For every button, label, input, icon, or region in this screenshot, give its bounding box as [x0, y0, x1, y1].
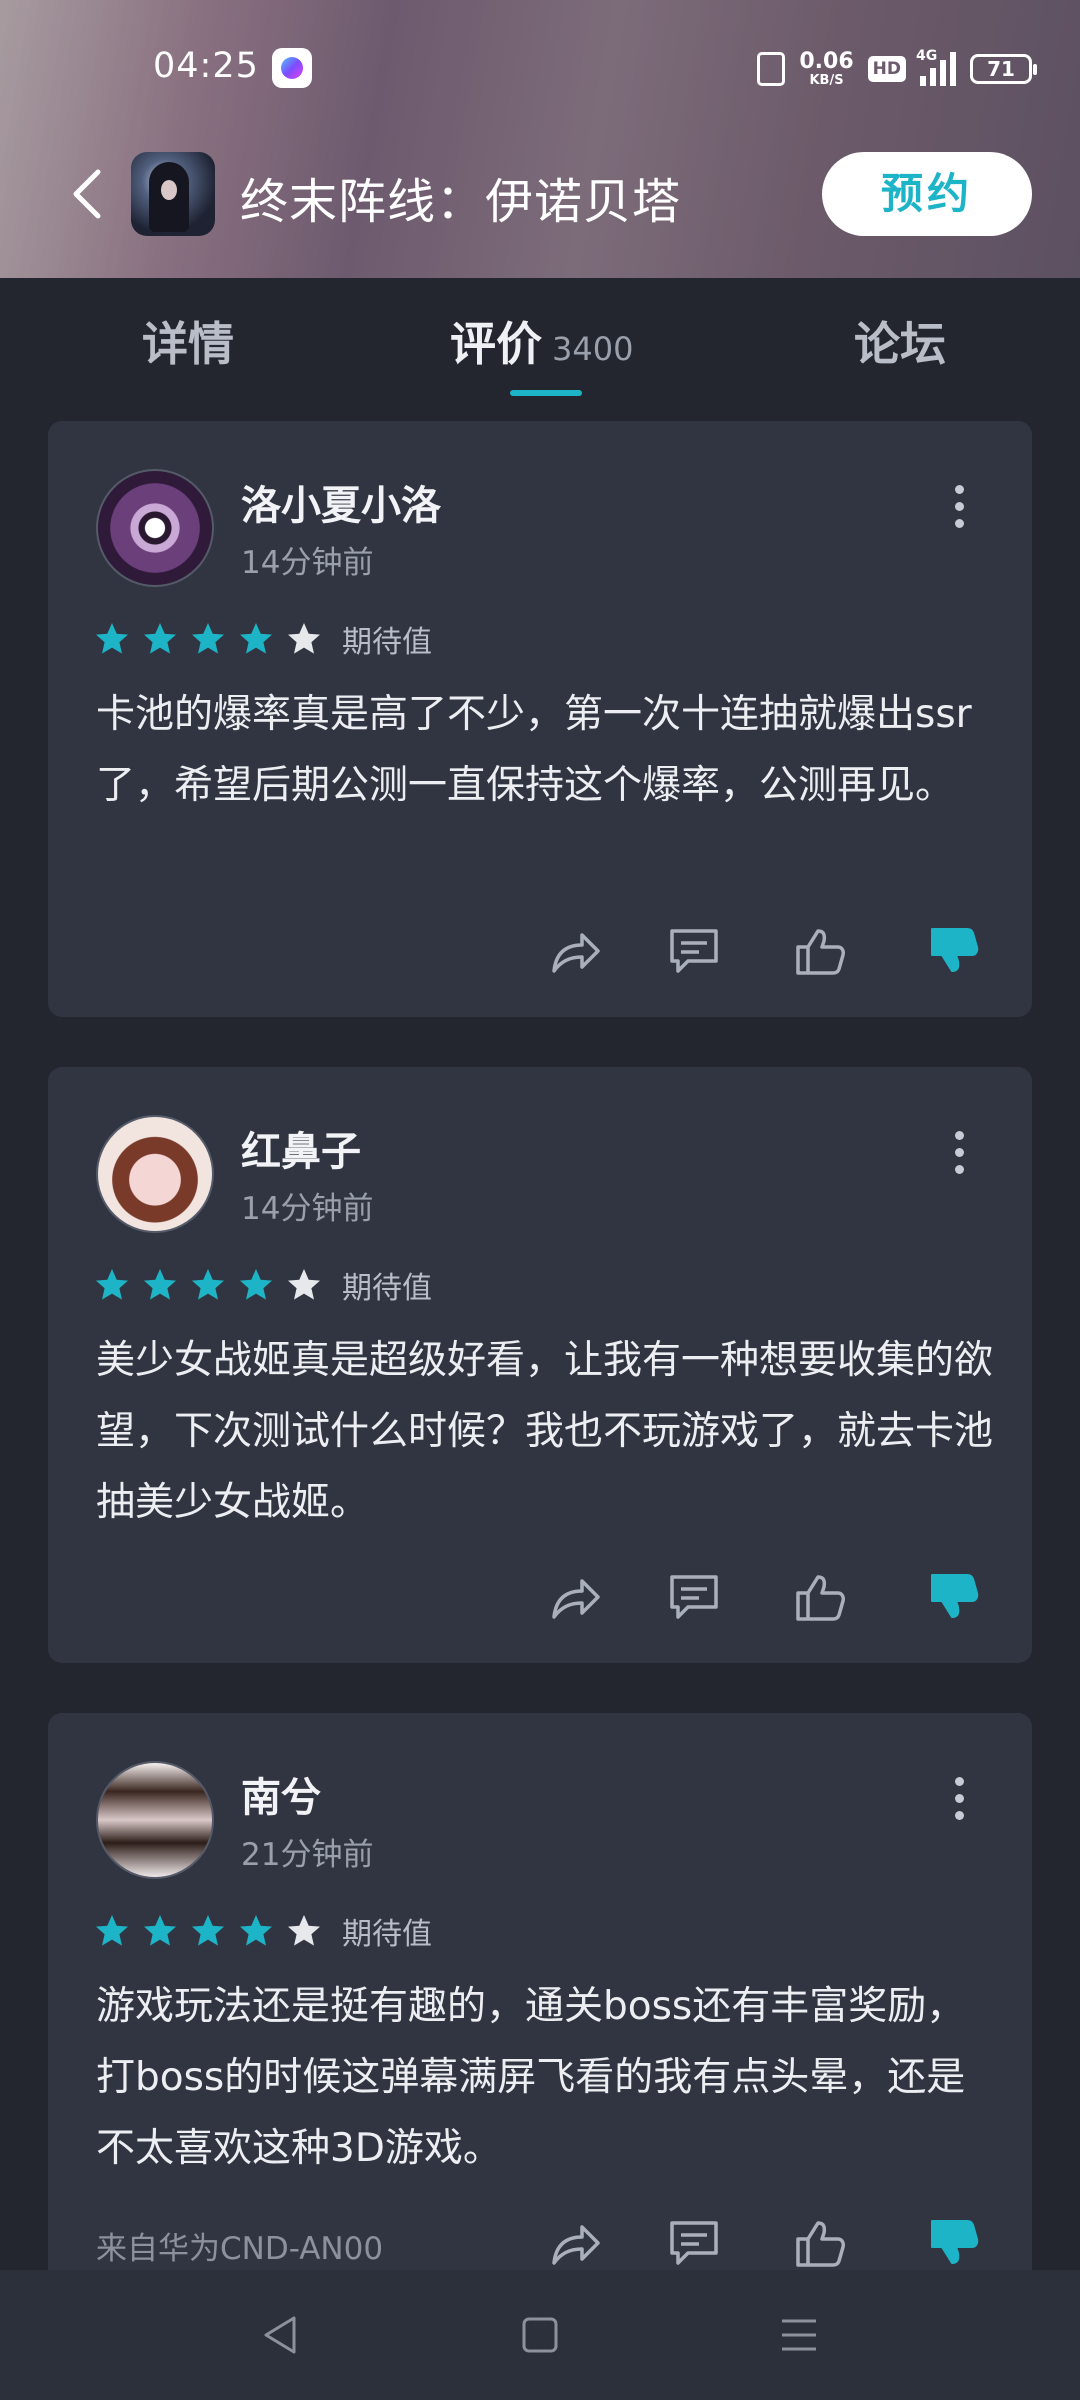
device-source: 来自华为CND-AN00: [96, 2231, 384, 2267]
reviewer-name[interactable]: 洛小夏小洛: [241, 473, 441, 531]
notification-app-icon: [272, 48, 312, 88]
system-nav-bar: [0, 2270, 1080, 2400]
review-count: 3400: [552, 330, 634, 368]
star-filled-icon: [96, 623, 128, 654]
game-icon: [131, 152, 215, 236]
share-icon[interactable]: [546, 2215, 602, 2271]
review-time: 14分钟前: [241, 545, 374, 581]
thumb-down-icon[interactable]: [926, 1569, 982, 1625]
star-filled-icon: [192, 623, 224, 654]
review-time: 21分钟前: [241, 1837, 374, 1873]
star-filled-icon: [96, 1915, 128, 1946]
more-options-icon[interactable]: [955, 1131, 965, 1175]
review-actions: 来自华为CND-AN00: [48, 2215, 1032, 2275]
star-empty-icon: [288, 1915, 320, 1946]
tab-forum-label: 论坛: [854, 317, 946, 371]
thumb-up-icon[interactable]: [792, 2215, 848, 2271]
tab-bar: 详情 评价 3400 论坛: [0, 278, 1080, 400]
tab-details-label: 详情: [142, 317, 234, 371]
share-icon[interactable]: [546, 1569, 602, 1625]
review-text[interactable]: 美少女战姬真是超级好看，让我有一种想要收集的欲望，下次测试什么时候？我也不玩游戏…: [96, 1325, 996, 1538]
rating-label: 期待值: [342, 1271, 432, 1306]
star-filled-icon: [192, 1269, 224, 1300]
rating-label: 期待值: [342, 1917, 432, 1952]
more-options-icon[interactable]: [955, 485, 965, 529]
tab-reviews[interactable]: 评价 3400: [450, 308, 633, 374]
thumb-down-icon[interactable]: [926, 923, 982, 979]
star-filled-icon: [96, 1269, 128, 1300]
avatar[interactable]: [96, 1761, 214, 1879]
review-card[interactable]: 洛小夏小洛 14分钟前 期待值 卡池的爆率真是高了不少，第一次十连抽就爆出ssr…: [48, 421, 1032, 1017]
status-time: 04:25: [153, 46, 259, 86]
review-text[interactable]: 卡池的爆率真是高了不少，第一次十连抽就爆出ssr了，希望后期公测一直保持这个爆率…: [96, 679, 996, 821]
star-filled-icon: [240, 1269, 272, 1300]
star-filled-icon: [144, 1915, 176, 1946]
hd-badge: HD: [867, 56, 906, 82]
star-filled-icon: [240, 1915, 272, 1946]
active-tab-indicator: [510, 390, 582, 396]
nav-home-icon[interactable]: [517, 2312, 563, 2358]
review-time: 14分钟前: [241, 1191, 374, 1227]
tab-forum[interactable]: 论坛: [854, 308, 946, 374]
avatar[interactable]: [96, 1115, 214, 1233]
review-text[interactable]: 游戏玩法还是挺有趣的，通关boss还有丰富奖励，打boss的时候这弹幕满屏飞看的…: [96, 1971, 996, 2184]
star-filled-icon: [144, 1269, 176, 1300]
tab-details[interactable]: 详情: [142, 308, 234, 374]
share-icon[interactable]: [546, 923, 602, 979]
nav-menu-icon[interactable]: [776, 2312, 822, 2358]
app-header: 04:25 0.06 KB/S HD 4G 71 终末阵线：伊诺贝塔 预约: [0, 0, 1080, 278]
avatar[interactable]: [96, 469, 214, 587]
star-rating: 期待值: [94, 1909, 432, 1953]
network-type: 4G: [916, 48, 938, 64]
thumb-up-icon[interactable]: [792, 1569, 848, 1625]
thumb-up-icon[interactable]: [792, 923, 848, 979]
star-rating: 期待值: [94, 617, 432, 661]
star-filled-icon: [240, 623, 272, 654]
net-speed-unit: KB/S: [809, 72, 844, 88]
star-filled-icon: [192, 1915, 224, 1946]
star-empty-icon: [288, 1269, 320, 1300]
status-icons: 0.06 KB/S HD 4G 71: [757, 42, 1037, 96]
star-rating: 期待值: [94, 1263, 432, 1307]
comment-icon[interactable]: [666, 923, 722, 979]
back-arrow-icon[interactable]: [68, 168, 108, 220]
comment-icon[interactable]: [666, 1569, 722, 1625]
comment-icon[interactable]: [666, 2215, 722, 2271]
battery-icon: 71: [970, 54, 1037, 84]
net-speed: 0.06 KB/S: [799, 48, 854, 88]
review-card[interactable]: 红鼻子 14分钟前 期待值 美少女战姬真是超级好看，让我有一种想要收集的欲望，下…: [48, 1067, 1032, 1663]
review-actions: [48, 1569, 1032, 1629]
rating-label: 期待值: [342, 625, 432, 660]
title-bar: 终末阵线：伊诺贝塔 预约: [0, 148, 1080, 240]
reserve-button[interactable]: 预约: [822, 152, 1032, 236]
signal-icon: 4G: [916, 48, 956, 86]
vibrate-icon: [757, 52, 786, 86]
tab-reviews-label: 评价: [450, 317, 542, 371]
status-bar: 04:25 0.06 KB/S HD 4G 71: [0, 40, 1080, 96]
star-filled-icon: [144, 623, 176, 654]
reviewer-name[interactable]: 南兮: [241, 1765, 321, 1823]
star-empty-icon: [288, 623, 320, 654]
review-actions: [48, 923, 1032, 983]
review-card[interactable]: 南兮 21分钟前 期待值 游戏玩法还是挺有趣的，通关boss还有丰富奖励，打bo…: [48, 1713, 1032, 2309]
page-title: 终末阵线：伊诺贝塔: [240, 174, 682, 230]
thumb-down-icon[interactable]: [926, 2215, 982, 2271]
net-speed-value: 0.06: [799, 48, 854, 74]
reviewer-name[interactable]: 红鼻子: [241, 1119, 361, 1177]
nav-back-icon[interactable]: [258, 2312, 304, 2358]
more-options-icon[interactable]: [955, 1777, 965, 1821]
